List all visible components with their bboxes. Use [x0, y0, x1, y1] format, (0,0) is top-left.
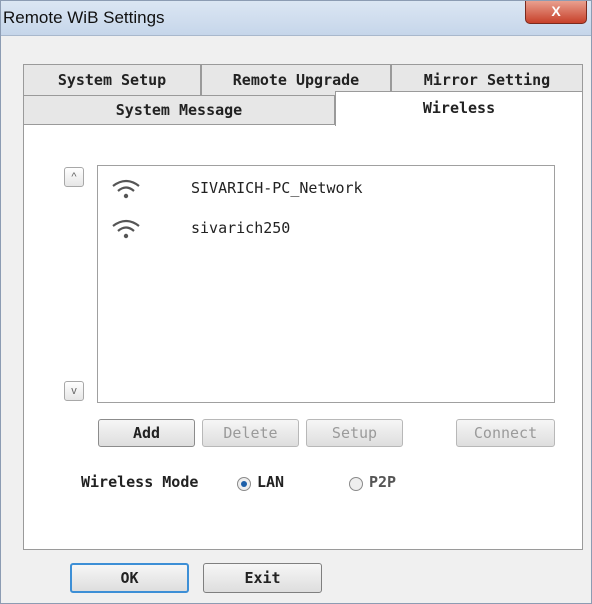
- chevron-up-icon: ^: [71, 171, 77, 183]
- close-button[interactable]: X: [525, 1, 587, 24]
- ok-button[interactable]: OK: [70, 563, 189, 593]
- wifi-icon: [112, 179, 140, 199]
- connect-button[interactable]: Connect: [456, 419, 555, 447]
- tab-label: Wireless: [422, 99, 496, 117]
- tab-system-setup[interactable]: System Setup: [23, 64, 201, 95]
- scroll-up-button[interactable]: ^: [64, 167, 84, 187]
- list-item[interactable]: sivarich250: [98, 212, 554, 246]
- lan-radio[interactable]: [237, 477, 251, 491]
- title-bar[interactable]: Remote WiB Settings X: [1, 1, 591, 36]
- p2p-radio[interactable]: [349, 477, 363, 491]
- lan-radio-label[interactable]: LAN: [257, 473, 284, 491]
- tab-label: System Message: [115, 101, 243, 119]
- wifi-icon: [112, 219, 140, 239]
- setup-button[interactable]: Setup: [306, 419, 403, 447]
- add-button[interactable]: Add: [98, 419, 195, 447]
- network-name: SIVARICH-PC_Network: [191, 179, 363, 197]
- p2p-radio-label[interactable]: P2P: [369, 473, 396, 491]
- wireless-mode-label: Wireless Mode: [81, 473, 199, 491]
- network-list[interactable]: SIVARICH-PC_Network sivarich250: [97, 165, 555, 403]
- tab-system-message[interactable]: System Message: [23, 95, 335, 125]
- list-item[interactable]: SIVARICH-PC_Network: [98, 172, 554, 206]
- delete-button[interactable]: Delete: [202, 419, 299, 447]
- settings-window: Remote WiB Settings X System Setup Remot…: [0, 0, 592, 604]
- window-title: Remote WiB Settings: [3, 8, 165, 27]
- exit-button[interactable]: Exit: [203, 563, 322, 593]
- network-name: sivarich250: [191, 219, 291, 237]
- scroll-down-button[interactable]: v: [64, 381, 84, 401]
- chevron-down-icon: v: [71, 385, 77, 397]
- tab-wireless[interactable]: Wireless: [335, 91, 583, 126]
- close-icon: X: [551, 3, 561, 19]
- tab-label: System Setup: [57, 71, 167, 89]
